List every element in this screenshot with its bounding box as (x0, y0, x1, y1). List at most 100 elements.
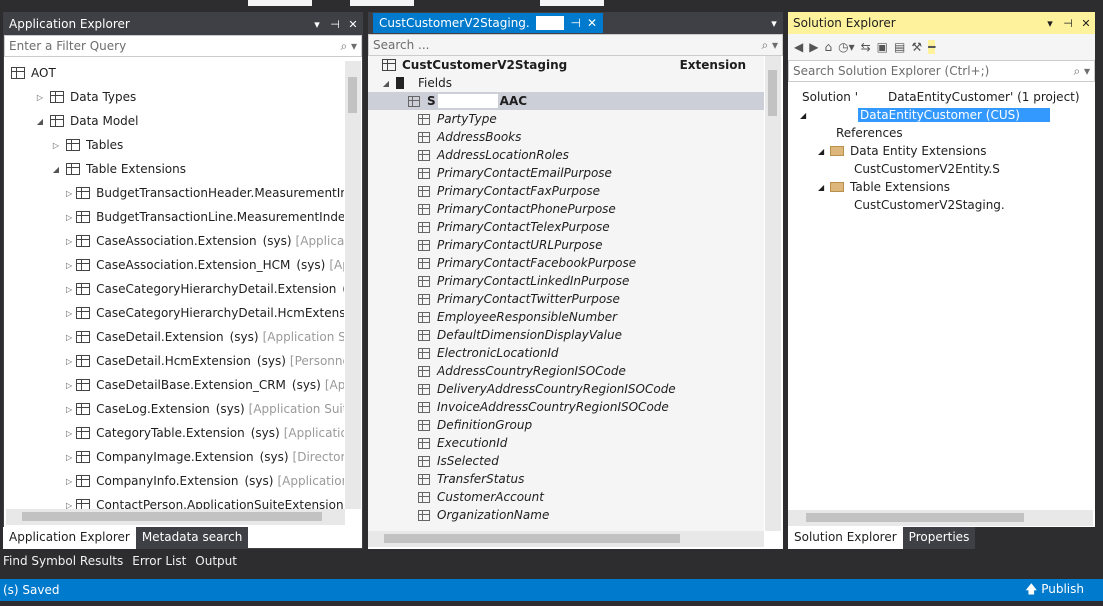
selected-field[interactable]: S AAC (368, 92, 764, 110)
search-icon[interactable]: ⌕ ▾ (340, 39, 357, 54)
close-icon[interactable]: ✕ (587, 16, 597, 30)
expand-icon[interactable]: ▷ (66, 453, 72, 462)
table-extension-item[interactable]: ▷ BudgetTransactionHeader.MeasurementInde… (8, 181, 344, 205)
field-item[interactable]: DefinitionGroup (368, 416, 764, 434)
tab-application-explorer[interactable]: Application Explorer (3, 527, 136, 549)
collapse-icon[interactable]: ◢ (818, 183, 830, 192)
tree-item[interactable]: ▷ Data Types (8, 85, 344, 109)
field-item[interactable]: PrimaryContactURLPurpose (368, 236, 764, 254)
vertical-scrollbar[interactable] (765, 56, 781, 531)
field-item[interactable]: PrimaryContactTelexPurpose (368, 218, 764, 236)
expand-icon[interactable]: ▷ (66, 237, 72, 246)
dropdown-icon[interactable]: ▾ (308, 18, 326, 31)
field-item[interactable]: AddressLocationRoles (368, 146, 764, 164)
tab-output[interactable]: Output (192, 551, 243, 573)
field-item[interactable]: PrimaryContactLinkedInPurpose (368, 272, 764, 290)
table-extension-item[interactable]: ▷CaseLog.Extension(sys)[Application Suit… (8, 397, 344, 421)
collapse-icon[interactable]: ◢ (380, 79, 392, 88)
pin-icon[interactable]: ⊣ (326, 18, 344, 31)
tab-properties[interactable]: Properties (902, 527, 976, 549)
search-icon[interactable]: ⌕ ▾ (1073, 64, 1090, 79)
designer-search-input[interactable]: Search ... ⌕ ▾ (368, 34, 783, 56)
expand-icon[interactable]: ▷ (66, 213, 72, 222)
fields-node[interactable]: ◢ Fields (368, 74, 764, 92)
horizontal-scrollbar[interactable] (788, 510, 1093, 526)
table-extension-item[interactable]: CustCustomerV2Staging. (788, 196, 1095, 214)
field-item[interactable]: CustomerAccount (368, 488, 764, 506)
field-item[interactable]: PrimaryContactTwitterPurpose (368, 290, 764, 308)
field-item[interactable]: PartyType (368, 110, 764, 128)
table-extension-item[interactable]: ▷BudgetTransactionLine.MeasurementIndex(… (8, 205, 344, 229)
field-item[interactable]: ExecutionId (368, 434, 764, 452)
field-item[interactable]: ElectronicLocationId (368, 344, 764, 362)
field-item[interactable]: AddressBooks (368, 128, 764, 146)
designer-root[interactable]: CustCustomerV2Staging Extension (368, 56, 764, 74)
properties-icon[interactable]: ⚒ (911, 40, 922, 54)
pin-icon[interactable]: ⊣ (570, 16, 580, 30)
expand-icon[interactable]: ▷ (66, 381, 72, 390)
solution-node[interactable]: Solution ' DataEntityCustomer' (1 projec… (788, 88, 1095, 106)
table-extension-item[interactable]: ▷CaseDetailBase.Extension_CRM(sys)[Appli… (8, 373, 344, 397)
tree-item[interactable]: ◢ Table Extensions (8, 157, 344, 181)
show-all-files-icon[interactable]: ▤ (894, 40, 905, 54)
horizontal-scrollbar[interactable] (6, 509, 345, 525)
expand-icon[interactable]: ▷ (66, 309, 72, 318)
expand-icon[interactable]: ▷ (66, 261, 72, 270)
field-item[interactable]: AddressCountryRegionISOCode (368, 362, 764, 380)
search-icon[interactable]: ⌕ ▾ (761, 38, 778, 53)
filter-query-input[interactable]: Enter a Filter Query ⌕ ▾ (4, 35, 362, 57)
preview-icon[interactable]: ━ (928, 40, 936, 54)
table-extension-item[interactable]: ▷ CaseCategoryHierarchyDetail.HcmExtensio… (8, 301, 344, 325)
back-icon[interactable]: ◀ (794, 40, 803, 54)
publish-button[interactable]: 🡅 Publish (1025, 580, 1100, 601)
forward-icon[interactable]: ▶ (809, 40, 818, 54)
field-item[interactable]: DeliveryAddressCountryRegionISOCode (368, 380, 764, 398)
field-item[interactable]: PrimaryContactFacebookPurpose (368, 254, 764, 272)
tab-find-symbol-results[interactable]: Find Symbol Results (0, 551, 129, 573)
table-extension-item[interactable]: ▷CaseCategoryHierarchyDetail.Extension(s… (8, 277, 344, 301)
table-extension-item[interactable]: ▷CaseAssociation.Extension(sys)[Applicat… (8, 229, 344, 253)
project-node[interactable]: ◢ DataEntityCustomer (CUS) (788, 106, 1095, 124)
field-item[interactable]: IsSelected (368, 452, 764, 470)
table-extension-item[interactable]: ▷ CaseDetail.Extension (sys) [Application S… (8, 325, 344, 349)
dropdown-icon[interactable]: ▾ (1041, 17, 1059, 30)
table-extension-item[interactable]: ▷CaseDetail.HcmExtension(sys)[PersonnelM… (8, 349, 344, 373)
field-item[interactable]: EmployeeResponsibleNumber (368, 308, 764, 326)
horizontal-scrollbar[interactable] (368, 531, 764, 547)
history-icon[interactable]: ◷▾ (838, 40, 855, 54)
close-icon[interactable]: ✕ (1077, 17, 1095, 30)
table-extension-item[interactable]: ▷CompanyImage.Extension(sys)[Directory] (8, 445, 344, 469)
expand-icon[interactable]: ◢ (50, 165, 62, 174)
field-item[interactable]: PrimaryContactFaxPurpose (368, 182, 764, 200)
sync-icon[interactable]: ⇆ (861, 40, 871, 54)
close-icon[interactable]: ✕ (344, 18, 362, 31)
tab-metadata-search[interactable]: Metadata search (135, 527, 249, 549)
entity-extension-item[interactable]: CustCustomerV2Entity.S (788, 160, 1095, 178)
expand-icon[interactable]: ▷ (66, 357, 72, 366)
dropdown-icon[interactable]: ▾ (765, 17, 783, 30)
field-item[interactable]: PrimaryContactEmailPurpose (368, 164, 764, 182)
expand-icon[interactable]: ▷ (66, 333, 72, 342)
home-icon[interactable]: ⌂ (824, 40, 832, 54)
expand-icon[interactable]: ▷ (66, 189, 72, 198)
field-item[interactable]: PrimaryContactPhonePurpose (368, 200, 764, 218)
table-extensions-node[interactable]: ◢ Table Extensions (788, 178, 1095, 196)
expand-icon[interactable]: ▷ (50, 141, 62, 150)
field-item[interactable]: DefaultDimensionDisplayValue (368, 326, 764, 344)
table-extension-item[interactable]: ▷ CompanyInfo.Extension (sys) [Application … (8, 469, 344, 493)
expand-icon[interactable]: ▷ (66, 429, 72, 438)
data-entity-extensions-node[interactable]: ◢ Data Entity Extensions (788, 142, 1095, 160)
expand-icon[interactable]: ▷ (66, 285, 72, 294)
tab-error-list[interactable]: Error List (129, 551, 192, 573)
field-item[interactable]: OrganizationName (368, 506, 764, 524)
pin-icon[interactable]: ⊣ (1059, 17, 1077, 30)
expand-icon[interactable]: ▷ (34, 93, 46, 102)
expand-icon[interactable]: ◢ (34, 117, 46, 126)
table-extension-item[interactable]: ▷CaseAssociation.Extension_HCM(sys)[Appl… (8, 253, 344, 277)
tree-item[interactable]: ◢ Data Model (8, 109, 344, 133)
collapse-icon[interactable]: ◢ (818, 147, 830, 156)
expand-icon[interactable]: ▷ (66, 405, 72, 414)
collapse-all-icon[interactable]: ▣ (877, 40, 888, 54)
tree-item[interactable]: ▷ Tables (8, 133, 344, 157)
field-item[interactable]: InvoiceAddressCountryRegionISOCode (368, 398, 764, 416)
